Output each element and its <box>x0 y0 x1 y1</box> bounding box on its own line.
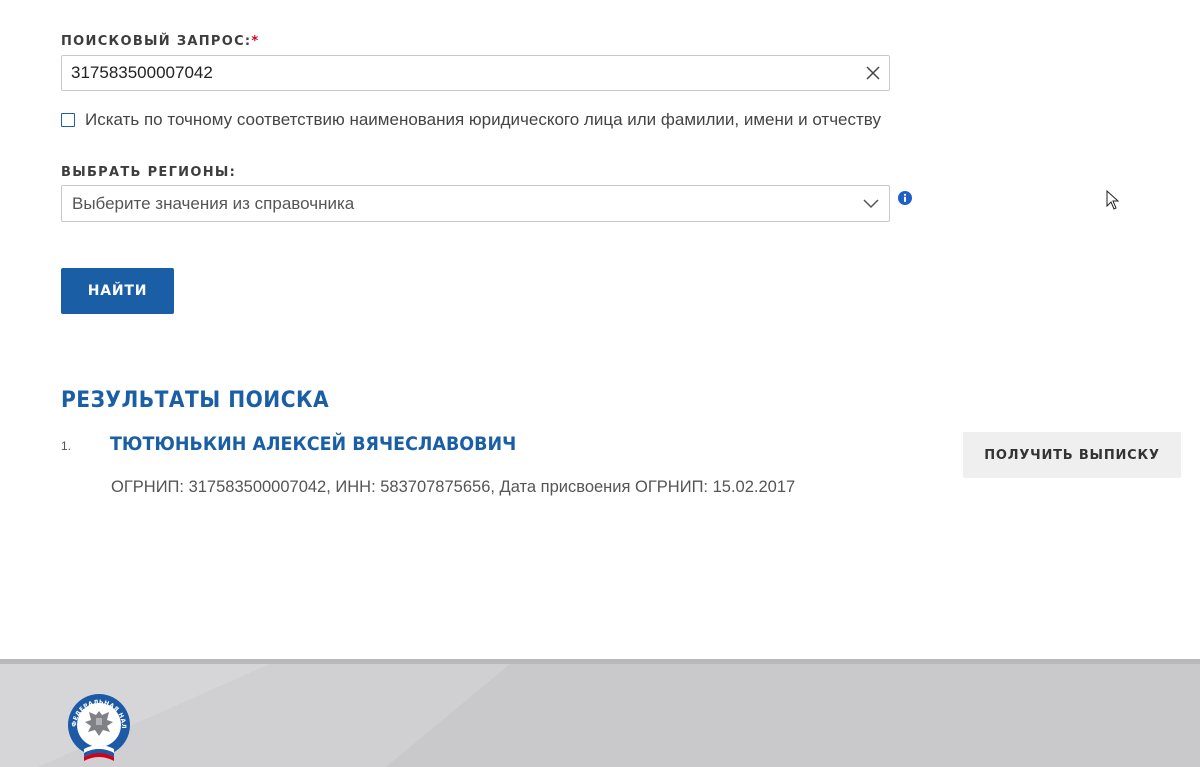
chevron-down-icon[interactable] <box>863 197 879 209</box>
regions-label: ВЫБРАТЬ РЕГИОНЫ: <box>61 165 237 180</box>
emblem-logo: ФЕДЕРАЛЬНАЯ НАЛОГОВАЯ СЛУЖБА <box>66 691 130 761</box>
regions-select[interactable]: Выберите значения из справочника <box>61 185 890 222</box>
results-title: РЕЗУЛЬТАТЫ ПОИСКА <box>61 388 330 413</box>
search-label-text: ПОИСКОВЫЙ ЗАПРОС: <box>61 34 252 49</box>
mouse-cursor <box>1106 190 1120 210</box>
exact-match-row[interactable]: Искать по точному соответствию наименова… <box>61 110 881 130</box>
search-label: ПОИСКОВЫЙ ЗАПРОС:* <box>61 34 260 49</box>
search-input[interactable] <box>71 56 851 90</box>
required-mark: * <box>251 34 260 49</box>
clear-icon[interactable] <box>865 65 881 81</box>
get-extract-button[interactable]: ПОЛУЧИТЬ ВЫПИСКУ <box>963 432 1181 478</box>
result-index: 1. <box>61 439 72 453</box>
result-name-link[interactable]: ТЮТЮНЬКИН АЛЕКСЕЙ ВЯЧЕСЛАВОВИЧ <box>110 433 516 455</box>
result-details: ОГРНИП: 317583500007042, ИНН: 5837078756… <box>111 478 796 496</box>
info-icon[interactable] <box>898 191 912 205</box>
search-field[interactable] <box>61 55 890 91</box>
footer: ФЕДЕРАЛЬНАЯ НАЛОГОВАЯ СЛУЖБА <box>0 659 1200 767</box>
exact-match-label[interactable]: Искать по точному соответствию наименова… <box>85 110 881 130</box>
footer-decoration <box>0 664 510 767</box>
find-button[interactable]: НАЙТИ <box>61 268 174 314</box>
exact-match-checkbox[interactable] <box>61 113 75 127</box>
regions-select-placeholder: Выберите значения из справочника <box>72 194 355 213</box>
